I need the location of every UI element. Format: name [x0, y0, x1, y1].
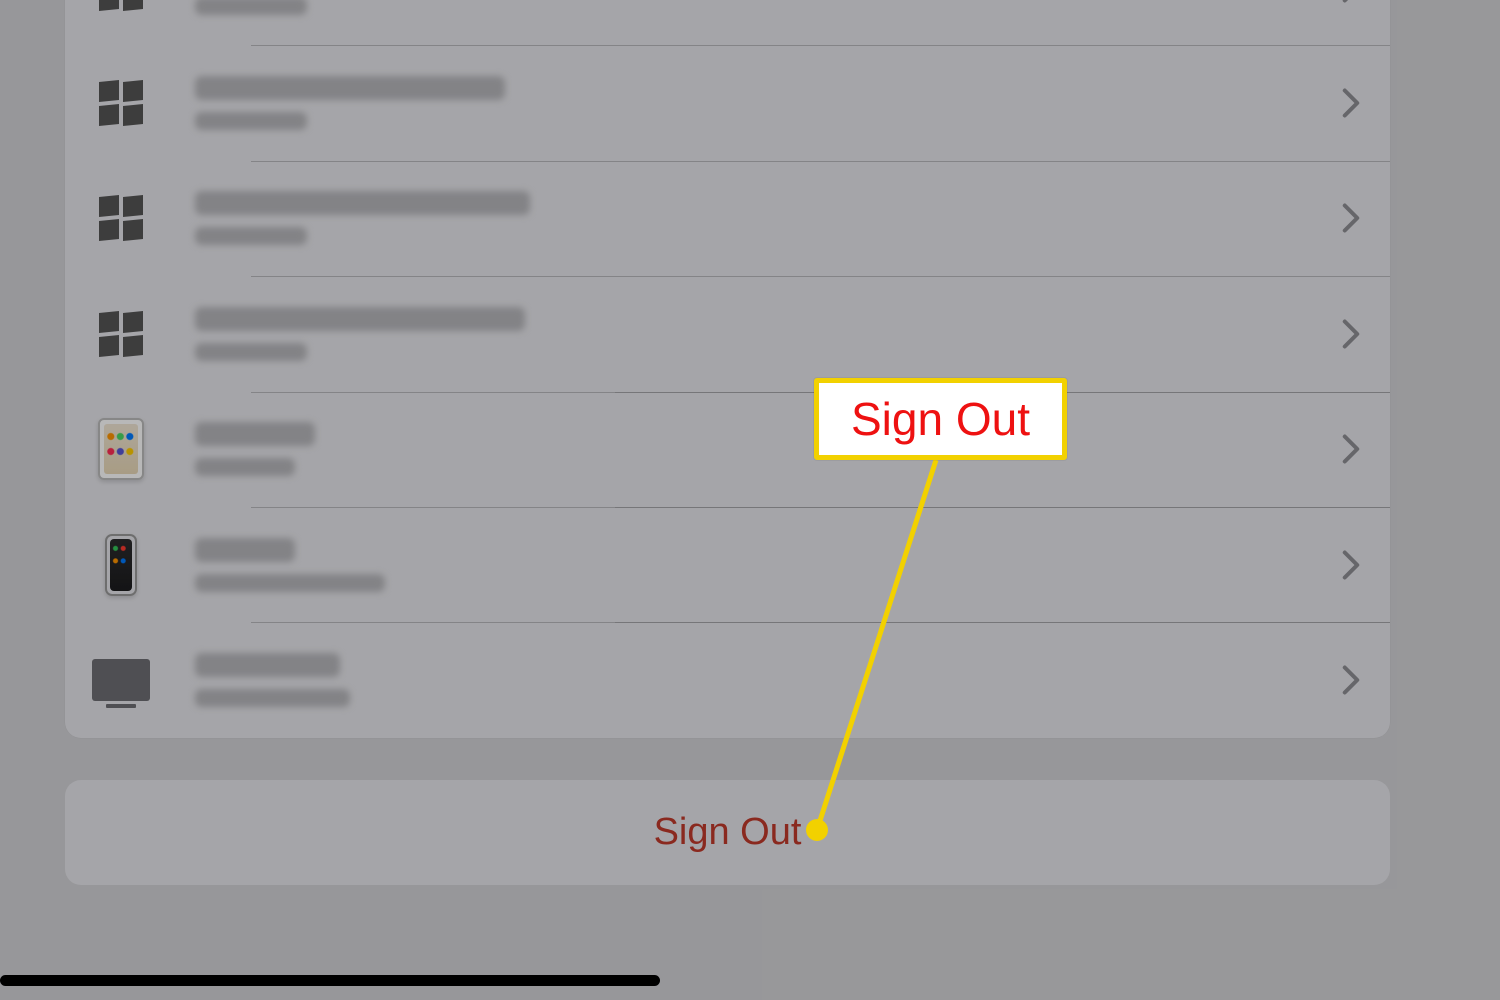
redacted-title: [195, 191, 530, 215]
redacted-subtitle: [195, 112, 307, 130]
windows-icon: [89, 302, 153, 366]
settings-page: Sign Out: [0, 0, 1500, 1000]
chevron-right-icon: [1342, 88, 1360, 118]
redacted-subtitle: [195, 574, 385, 592]
device-row[interactable]: [65, 507, 1390, 622]
device-text: [195, 0, 1342, 15]
redacted-title: [195, 538, 295, 562]
device-text: [195, 653, 1342, 707]
redacted-subtitle: [195, 343, 307, 361]
chevron-right-icon: [1342, 319, 1360, 349]
redacted-subtitle: [195, 0, 307, 15]
redacted-subtitle: [195, 458, 295, 476]
device-text: [195, 307, 1342, 361]
device-text: [195, 538, 1342, 592]
windows-icon: [89, 186, 153, 250]
device-row[interactable]: [65, 45, 1390, 160]
redacted-title: [195, 307, 525, 331]
device-row[interactable]: [65, 161, 1390, 276]
chevron-right-icon: [1342, 550, 1360, 580]
home-indicator: [0, 975, 660, 986]
callout-label: Sign Out: [851, 392, 1030, 446]
device-row[interactable]: [65, 276, 1390, 391]
redacted-subtitle: [195, 227, 307, 245]
redacted-subtitle: [195, 689, 350, 707]
iphone-icon: [89, 533, 153, 597]
sign-out-button[interactable]: Sign Out: [65, 780, 1390, 885]
device-row[interactable]: [65, 622, 1390, 737]
callout-box: Sign Out: [814, 378, 1067, 460]
redacted-title: [195, 422, 315, 446]
chevron-right-icon: [1342, 665, 1360, 695]
device-icon: [89, 0, 153, 20]
redacted-title: [195, 76, 505, 100]
device-text: [195, 422, 1342, 476]
device-list-card: [65, 0, 1390, 738]
device-row[interactable]: [65, 0, 1390, 45]
device-text: [195, 191, 1342, 245]
ipad-icon: [89, 417, 153, 481]
device-text: [195, 76, 1342, 130]
windows-icon: [89, 71, 153, 135]
chevron-right-icon: [1342, 434, 1360, 464]
redacted-title: [195, 653, 340, 677]
chevron-right-icon: [1342, 0, 1360, 3]
callout-dot: [806, 819, 828, 841]
chevron-right-icon: [1342, 203, 1360, 233]
device-row[interactable]: [65, 392, 1390, 507]
sign-out-label: Sign Out: [654, 811, 802, 854]
appletv-icon: [89, 648, 153, 712]
